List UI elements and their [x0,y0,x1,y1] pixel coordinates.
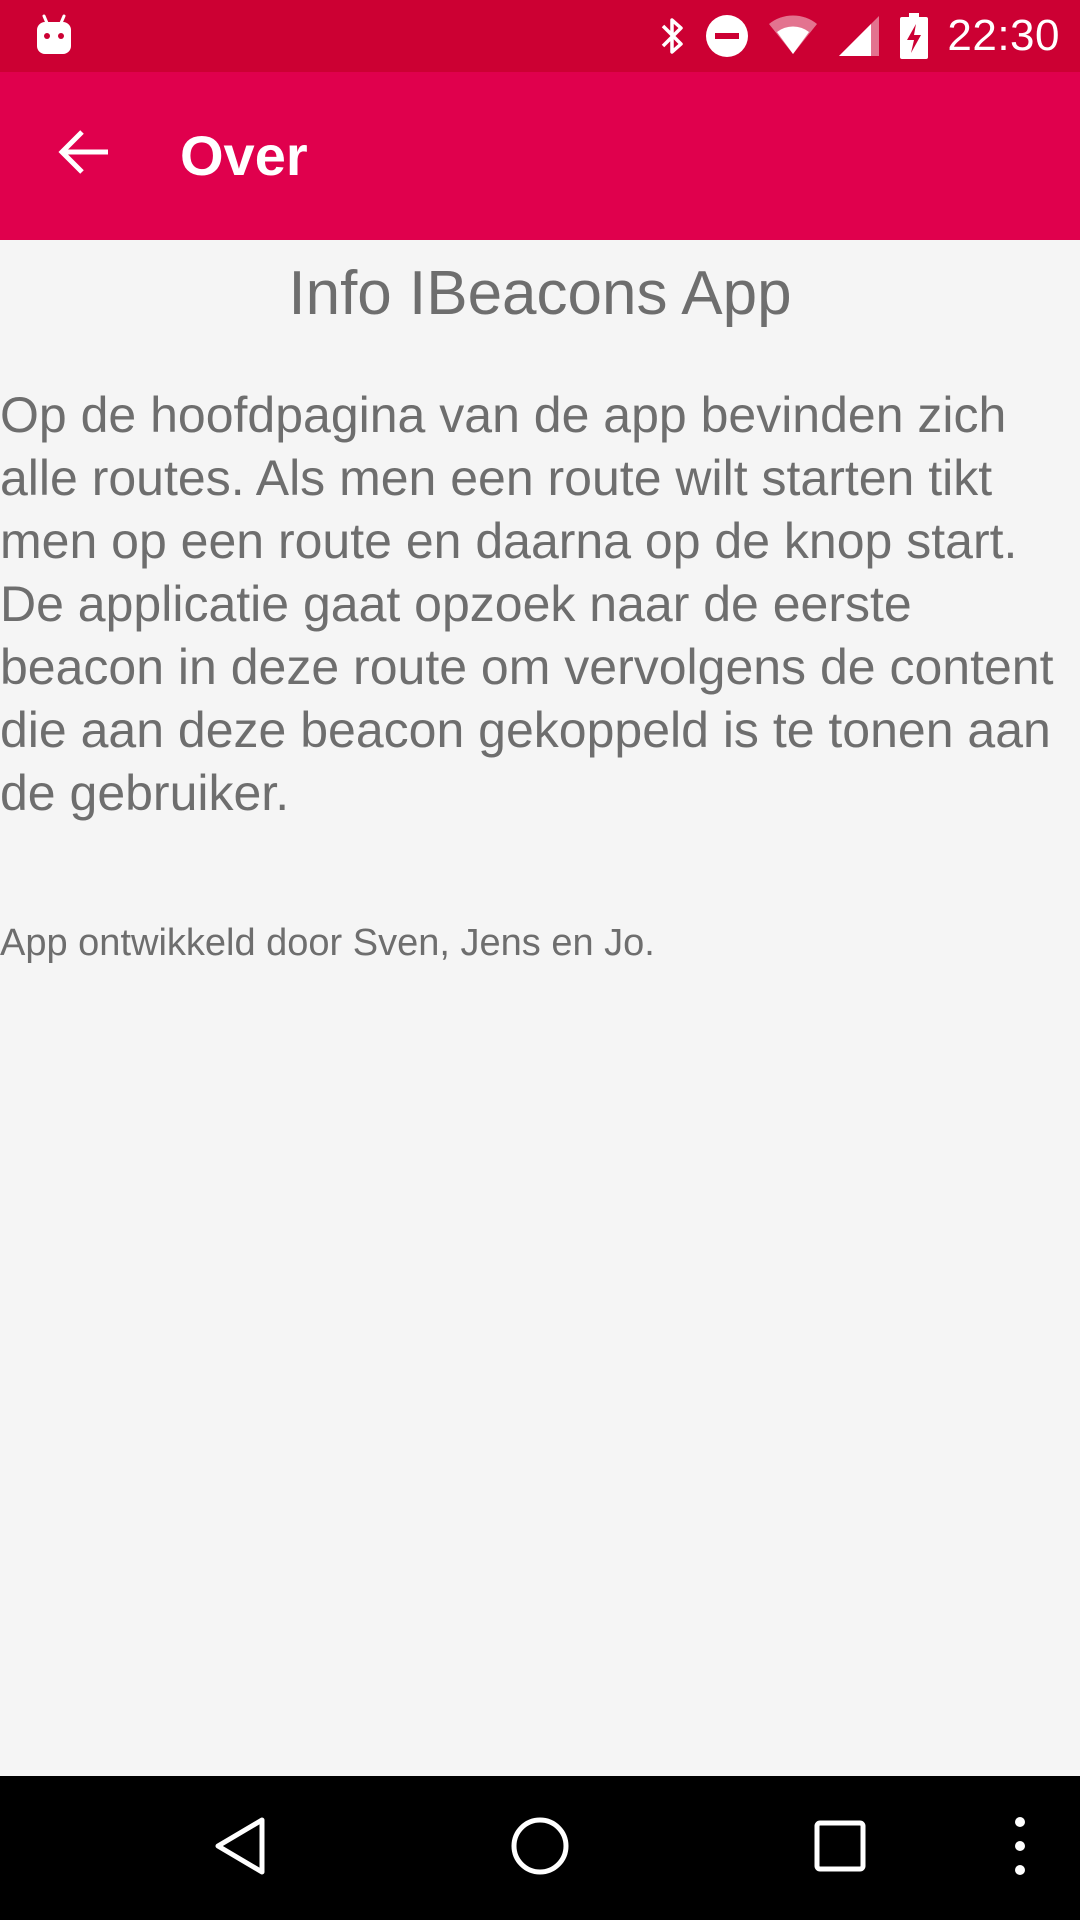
nav-recents-button[interactable] [790,1776,890,1920]
arrow-back-icon [58,126,110,183]
content-title: Info IBeacons App [288,259,792,328]
content-credits: App ontwikkeld door Sven, Jens en Jo. [0,922,655,964]
do-not-disturb-icon [705,14,749,58]
back-button[interactable] [44,114,124,194]
status-time: 22:30 [947,11,1060,60]
content-body: Op de hoofdpagina van de app bevinden zi… [0,387,1054,821]
about-screen: 22:30 Over Info IBeacons App Op de hoofd… [0,0,1080,1920]
nav-home-button[interactable] [490,1776,590,1920]
wifi-icon [767,14,819,58]
about-content: Info IBeacons App Op de hoofdpagina van … [0,240,1080,967]
status-bar: 22:30 [0,0,1080,72]
app-bar: Over [0,72,1080,240]
android-icon [36,14,72,56]
page-title: Over [180,124,308,187]
bluetooth-icon [659,14,687,58]
overflow-menu-button[interactable] [1000,1776,1040,1920]
battery-charging-icon [899,12,929,60]
overflow-menu-icon [1014,1816,1026,1881]
nav-home-icon [510,1816,570,1881]
cell-signal-icon [837,14,881,58]
nav-back-button[interactable] [190,1776,290,1920]
navigation-bar [0,1776,1080,1920]
nav-back-icon [212,1815,268,1882]
nav-recents-icon [814,1820,866,1877]
